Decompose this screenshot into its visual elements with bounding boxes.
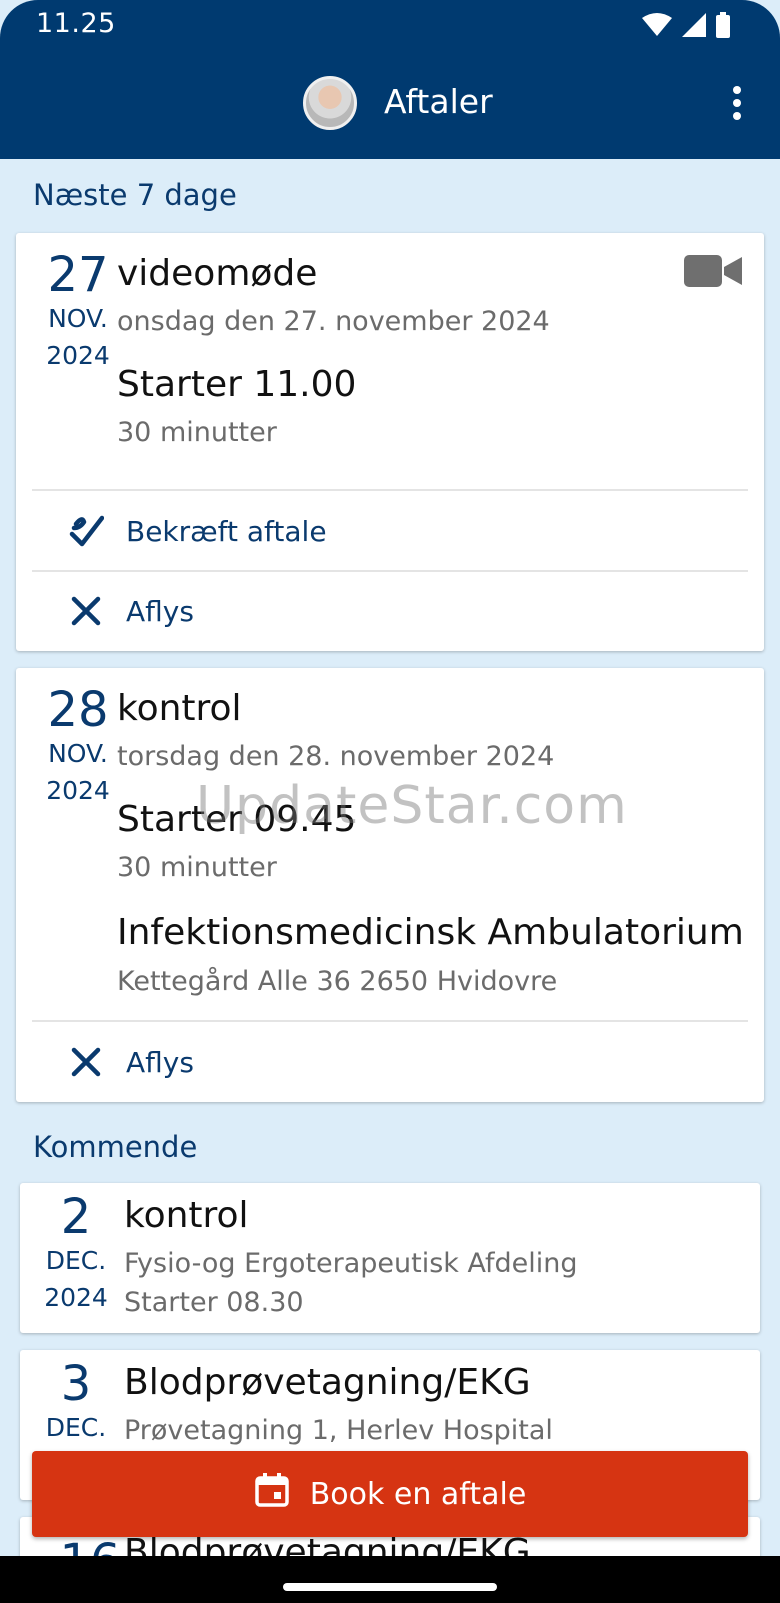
appointment-place: Prøvetagning 1, Herlev Hospital: [124, 1415, 553, 1446]
appointment-start: Starter 08.30: [124, 1287, 304, 1318]
date-day: 27: [47, 247, 109, 303]
cancel-appointment-label: Aflys: [126, 1045, 194, 1079]
close-icon: [66, 591, 106, 631]
appointment-title: videomøde: [117, 253, 318, 294]
date-day: 3: [60, 1356, 92, 1412]
status-time: 11.25: [36, 8, 116, 39]
watermark: UpdateStar.com: [196, 776, 628, 836]
divider: [32, 1020, 748, 1022]
status-icons: [642, 12, 730, 38]
book-appointment-label: Book en aftale: [309, 1476, 527, 1512]
appointment-start: Starter 11.00: [117, 364, 357, 405]
upcoming-appointment-card[interactable]: 2 DEC. 2024 kontrol Fysio-og Ergoterapeu…: [20, 1183, 760, 1333]
date-month: DEC.: [45, 1246, 107, 1275]
date-day: 28: [47, 682, 109, 738]
video-camera-icon: [684, 255, 742, 287]
close-icon: [66, 1042, 106, 1082]
date-year: 2024: [46, 341, 110, 370]
calendar-icon: [254, 1472, 290, 1516]
appointment-title: kontrol: [117, 688, 242, 729]
section-title-upcoming: Kommende: [33, 1130, 198, 1164]
confirm-appointment-button[interactable]: Bekræft aftale: [66, 505, 327, 557]
cancel-appointment-button[interactable]: Aflys: [66, 1036, 194, 1088]
appointment-duration: 30 minutter: [117, 417, 277, 448]
date-month: NOV.: [48, 304, 108, 333]
date-year: 2024: [46, 776, 110, 805]
date-month: NOV.: [48, 739, 108, 768]
system-navigation-bar: [0, 1556, 780, 1603]
section-title-next-7-days: Næste 7 dage: [33, 178, 237, 212]
confirm-check-icon: [66, 511, 106, 551]
app-header: 11.25 Aftaler: [0, 0, 780, 159]
signal-icon: [682, 13, 706, 37]
date-block: 3 DEC.: [28, 1358, 124, 1446]
wifi-icon: [642, 13, 672, 36]
home-gesture-handle[interactable]: [283, 1583, 497, 1591]
appointment-date-text: onsdag den 27. november 2024: [117, 306, 550, 337]
battery-icon: [716, 12, 730, 38]
date-day: 2: [60, 1189, 92, 1245]
appointment-title: Blodprøvetagning/EKG: [124, 1362, 531, 1403]
divider: [32, 570, 748, 572]
confirm-appointment-label: Bekræft aftale: [126, 514, 327, 548]
appointment-card[interactable]: 28 NOV. 2024 kontrol torsdag den 28. nov…: [16, 668, 764, 1102]
book-appointment-button[interactable]: Book en aftale: [32, 1451, 748, 1537]
divider: [32, 489, 748, 491]
date-year: 2024: [44, 1283, 108, 1312]
more-options-icon[interactable]: [732, 86, 742, 120]
user-avatar[interactable]: [303, 76, 357, 130]
date-block: 28 NOV. 2024: [30, 684, 126, 810]
appointment-address: Kettegård Alle 36 2650 Hvidovre: [117, 966, 558, 997]
appointment-card[interactable]: 27 NOV. 2024 videomøde onsdag den 27. no…: [16, 233, 764, 651]
cancel-appointment-button[interactable]: Aflys: [66, 585, 194, 637]
date-block: 27 NOV. 2024: [30, 249, 126, 375]
appointment-location: Infektionsmedicinsk Ambulatorium: [117, 912, 744, 953]
appointment-duration: 30 minutter: [117, 852, 277, 883]
date-block: 2 DEC. 2024: [28, 1191, 124, 1317]
appointment-title: kontrol: [124, 1195, 249, 1236]
cancel-appointment-label: Aflys: [126, 594, 194, 628]
page-title: Aftaler: [384, 82, 493, 121]
date-month: DEC.: [45, 1413, 107, 1442]
appointment-date-text: torsdag den 28. november 2024: [117, 741, 555, 772]
appointment-place: Fysio-og Ergoterapeutisk Afdeling: [124, 1248, 578, 1279]
